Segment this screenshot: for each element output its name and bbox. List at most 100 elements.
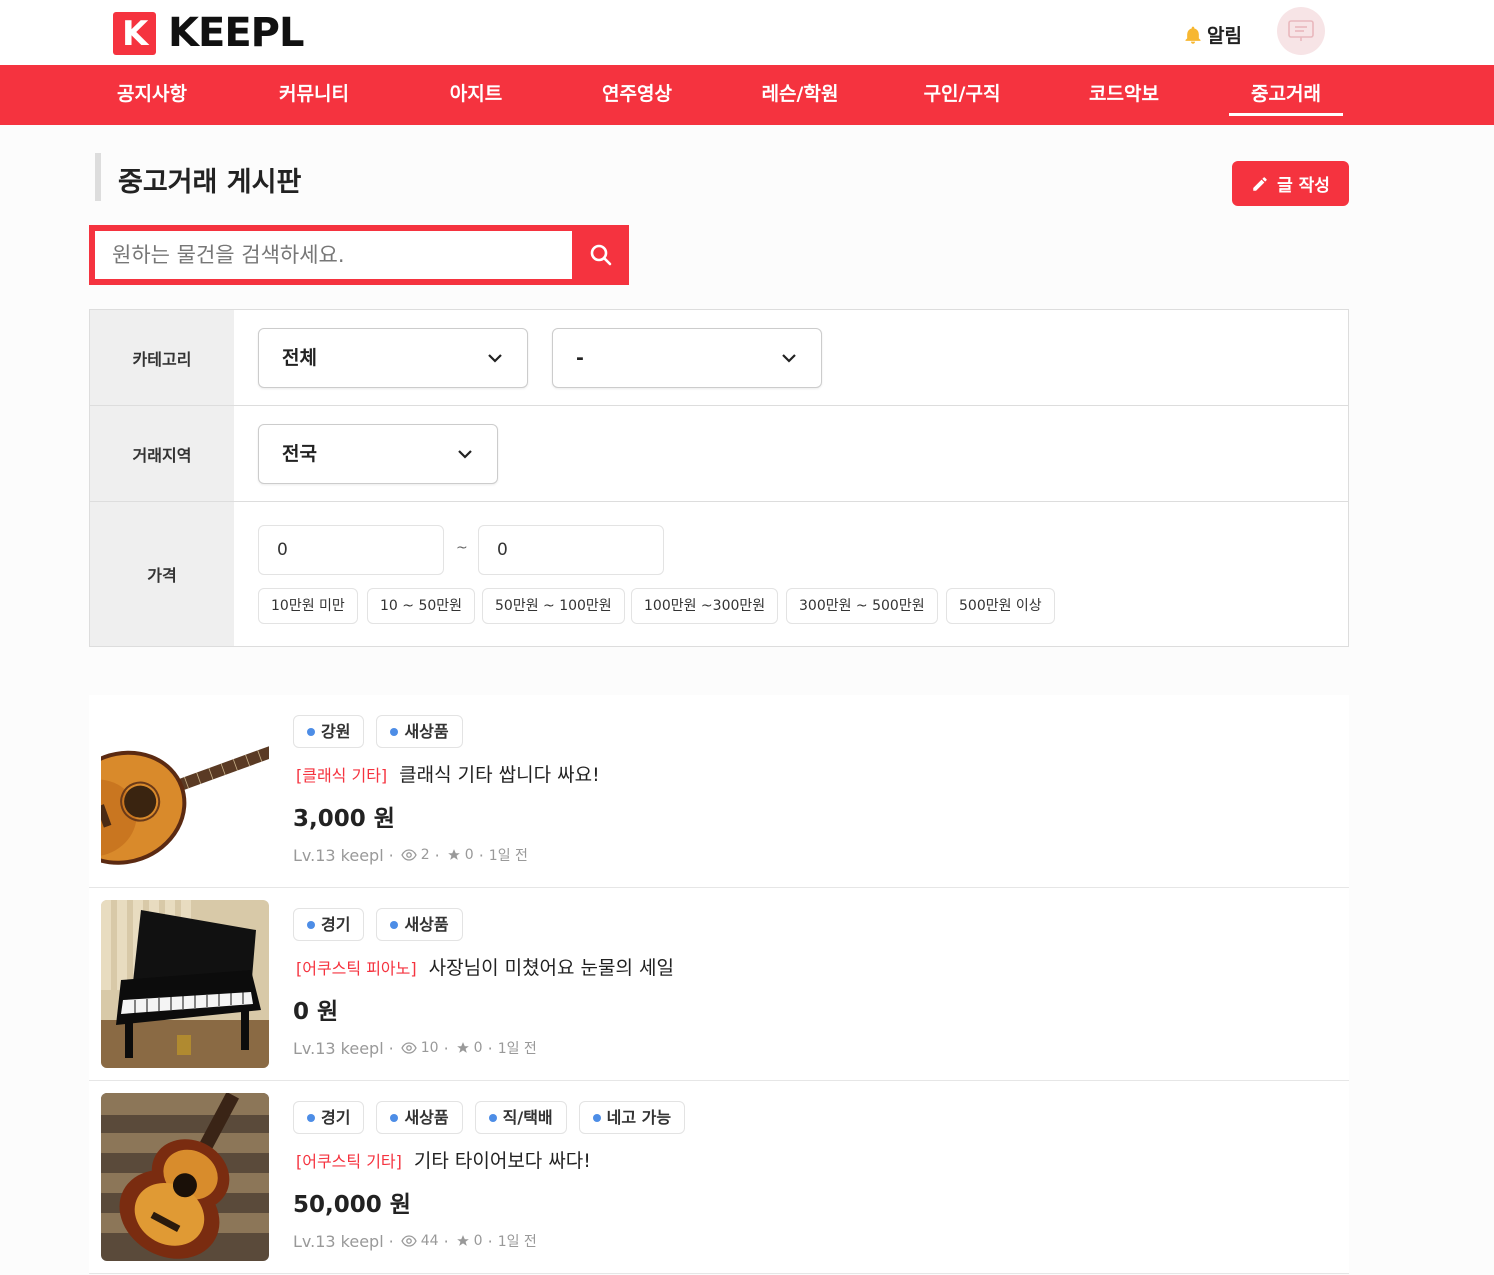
seller-level: Lv.13 keepl xyxy=(293,1231,384,1251)
post-time: 1일 전 xyxy=(497,1234,537,1250)
item-price: 50,000 원 xyxy=(293,1192,411,1218)
nav-notice[interactable]: 공지사항 xyxy=(113,65,191,125)
alarm-label: 알림 xyxy=(1207,25,1242,47)
region-value: 전국 xyxy=(282,443,317,465)
item-category: [어쿠스틱 피아노] xyxy=(296,959,417,978)
alarm-button[interactable]: 알림 xyxy=(1183,21,1242,48)
bell-icon xyxy=(1185,26,1201,44)
seller-level: Lv.13 keepl xyxy=(293,1038,384,1058)
region-label: 거래지역 xyxy=(90,406,234,501)
filter-row-region: 거래지역 전국 xyxy=(90,406,1348,502)
eye-icon xyxy=(401,849,417,861)
category-label: 카테고리 xyxy=(90,310,234,405)
list-item[interactable]: 경기 새상품 직/택배 네고 가능 [어쿠스틱 기타] 기타 타이어보다 싸다!… xyxy=(89,1081,1349,1274)
tag-dot-icon xyxy=(592,1113,601,1122)
tag-negotiable: 네고 가능 xyxy=(578,1101,686,1134)
grand-piano-image xyxy=(101,900,269,1068)
search-button[interactable] xyxy=(572,225,629,285)
price-range-separator: ~ xyxy=(456,540,468,556)
view-count: 10 xyxy=(420,1040,439,1056)
item-thumbnail[interactable] xyxy=(101,707,269,875)
eye-icon xyxy=(401,1042,417,1054)
item-tags: 경기 새상품 xyxy=(293,908,475,941)
price-label: 가격 xyxy=(90,502,234,646)
acoustic-guitar-image xyxy=(101,1093,269,1261)
item-meta: Lv.13 keepl · 10 · 0 · 1일 전 xyxy=(293,1038,537,1058)
tag-label: 직/택배 xyxy=(502,1108,553,1127)
item-tags: 경기 새상품 직/택배 네고 가능 xyxy=(293,1101,697,1134)
nav-azit[interactable]: 아지트 xyxy=(445,65,507,125)
item-title: 사장님이 미쳤어요 눈물의 세일 xyxy=(428,957,674,979)
nav-jobs[interactable]: 구인/구직 xyxy=(919,65,1005,125)
logo-mark-icon xyxy=(113,11,156,55)
seller-level: Lv.13 keepl xyxy=(293,845,384,865)
title-accent-bar xyxy=(95,153,101,201)
price-chip-50-100[interactable]: 50만원 ~ 100만원 xyxy=(482,588,625,624)
item-category: [클래식 기타] xyxy=(296,766,388,785)
user-avatar[interactable] xyxy=(1277,7,1325,55)
tag-dot-icon xyxy=(307,1113,315,1122)
item-heading[interactable]: [어쿠스틱 기타] 기타 타이어보다 싸다! xyxy=(296,1146,591,1173)
star-icon xyxy=(447,849,460,860)
logo-text: KEEPL xyxy=(168,10,304,56)
top-header: KEEPL 알림 xyxy=(0,0,1494,65)
item-thumbnail[interactable] xyxy=(101,900,269,1068)
price-min-input[interactable]: 0 xyxy=(258,525,444,575)
tag-dot-icon xyxy=(390,920,399,929)
tag-region: 경기 xyxy=(293,908,365,941)
price-chip-300-500[interactable]: 300만원 ~ 500만원 xyxy=(786,588,938,624)
chevron-down-icon xyxy=(458,450,472,459)
tag-dot-icon xyxy=(390,727,399,736)
eye-icon xyxy=(401,1235,417,1247)
nav-chords[interactable]: 코드악보 xyxy=(1085,65,1163,125)
search-input[interactable] xyxy=(95,231,572,279)
tag-condition: 새상품 xyxy=(376,908,463,941)
price-chip-under-10[interactable]: 10만원 미만 xyxy=(258,588,358,624)
item-tags: 강원 새상품 xyxy=(293,715,475,748)
item-thumbnail[interactable] xyxy=(101,1093,269,1261)
price-chip-10-50[interactable]: 10 ~ 50만원 xyxy=(367,588,476,624)
item-heading[interactable]: [어쿠스틱 피아노] 사장님이 미쳤어요 눈물의 세일 xyxy=(296,953,674,980)
tag-label: 강원 xyxy=(321,722,351,741)
price-chip-100-300[interactable]: 100만원 ~300만원 xyxy=(631,588,779,624)
tag-condition: 새상품 xyxy=(376,715,463,748)
star-icon xyxy=(456,1235,469,1246)
tag-region: 경기 xyxy=(293,1101,365,1134)
site-logo[interactable]: KEEPL xyxy=(113,10,304,56)
filter-row-category: 카테고리 전체 - xyxy=(90,310,1348,406)
price-chip-over-500[interactable]: 500만원 이상 xyxy=(946,588,1055,624)
tag-label: 네고 가능 xyxy=(606,1108,672,1127)
page-title: 중고거래 게시판 xyxy=(118,167,302,198)
region-select[interactable]: 전국 xyxy=(258,424,498,484)
tag-dot-icon xyxy=(307,727,315,736)
price-max-input[interactable]: 0 xyxy=(478,525,664,575)
list-item[interactable]: 강원 새상품 [클래식 기타] 클래식 기타 쌉니다 싸요! 3,000 원 L… xyxy=(89,695,1349,888)
write-post-button[interactable]: 글 작성 xyxy=(1232,161,1349,206)
view-count: 2 xyxy=(420,847,430,863)
tag-dot-icon xyxy=(390,1113,399,1122)
category-sub-select[interactable]: - xyxy=(552,328,822,388)
nav-videos[interactable]: 연주영상 xyxy=(598,65,676,125)
item-meta: Lv.13 keepl · 44 · 0 · 1일 전 xyxy=(293,1231,537,1251)
item-heading[interactable]: [클래식 기타] 클래식 기타 쌉니다 싸요! xyxy=(296,760,600,787)
post-time: 1일 전 xyxy=(497,1041,537,1057)
nav-community[interactable]: 커뮤니티 xyxy=(275,65,353,125)
write-post-label: 글 작성 xyxy=(1277,176,1330,196)
item-title: 기타 타이어보다 싸다! xyxy=(413,1150,591,1172)
classical-guitar-image xyxy=(101,707,269,875)
category-main-select[interactable]: 전체 xyxy=(258,328,528,388)
like-count: 0 xyxy=(473,1040,483,1056)
tag-label: 경기 xyxy=(321,915,351,934)
item-price: 0 원 xyxy=(293,999,339,1025)
item-category: [어쿠스틱 기타] xyxy=(296,1152,402,1171)
main-nav: 공지사항 커뮤니티 아지트 연주영상 레슨/학원 구인/구직 코드악보 중고거래 xyxy=(0,65,1494,125)
item-price: 3,000 원 xyxy=(293,806,395,832)
tag-label: 새상품 xyxy=(404,915,449,934)
list-item[interactable]: 경기 새상품 [어쿠스틱 피아노] 사장님이 미쳤어요 눈물의 세일 0 원 L… xyxy=(89,888,1349,1081)
tag-label: 경기 xyxy=(321,1108,351,1127)
nav-lessons[interactable]: 레슨/학원 xyxy=(757,65,843,125)
nav-market[interactable]: 중고거래 xyxy=(1229,65,1343,125)
view-count: 44 xyxy=(420,1233,439,1249)
item-title: 클래식 기타 쌉니다 싸요! xyxy=(399,764,600,786)
item-meta: Lv.13 keepl · 2 · 0 · 1일 전 xyxy=(293,845,528,865)
